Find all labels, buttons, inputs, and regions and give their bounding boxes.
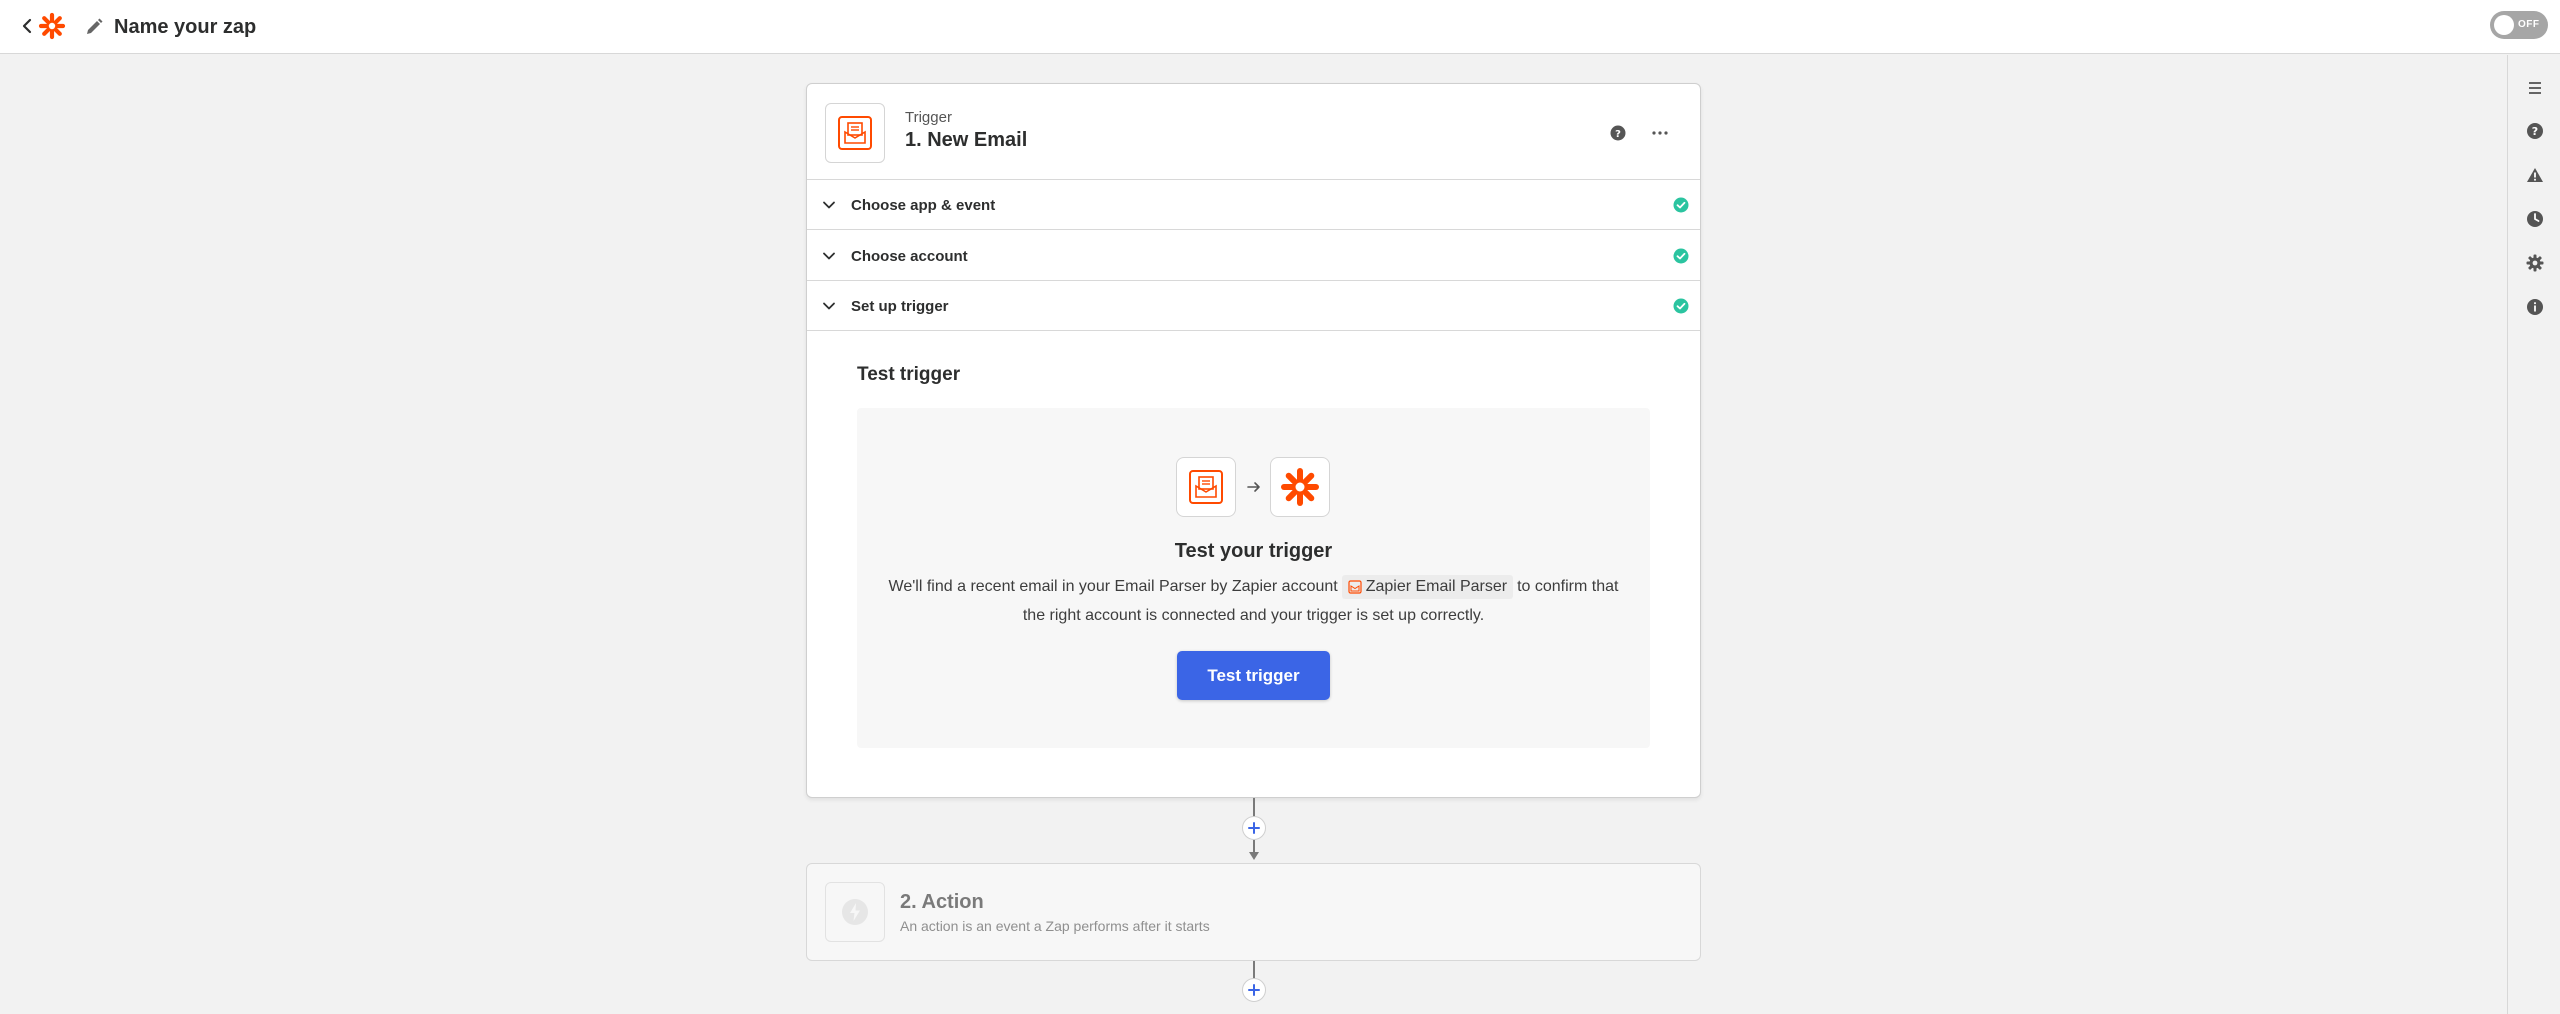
test-trigger-description: We'll find a recent email in your Email … <box>877 572 1630 630</box>
test-trigger-button[interactable]: Test trigger <box>1177 651 1330 700</box>
email-parser-icon <box>1189 470 1223 504</box>
svg-text:?: ? <box>1615 129 1621 140</box>
section-choose-account[interactable]: Choose account <box>807 231 1700 281</box>
issues-button[interactable] <box>2522 162 2548 188</box>
chevron-left-icon <box>22 18 32 34</box>
account-chip-label: Zapier Email Parser <box>1365 577 1508 595</box>
action-title: 2. Action <box>900 891 984 913</box>
trigger-step-card: Trigger 1. New Email ? Choose app & even… <box>806 83 1701 798</box>
info-icon <box>2527 299 2543 315</box>
connector-line <box>1253 961 1255 979</box>
add-step-button[interactable] <box>1242 978 1266 1002</box>
settings-button[interactable] <box>2522 250 2548 276</box>
help-button[interactable]: ? <box>2522 118 2548 144</box>
account-chip: Zapier Email Parser <box>1341 574 1514 599</box>
zapier-tile <box>1270 457 1330 517</box>
info-button[interactable] <box>2522 294 2548 320</box>
section-label: Choose app & event <box>851 197 996 214</box>
history-button[interactable] <box>2522 206 2548 232</box>
email-parser-app-tile <box>825 103 885 163</box>
help-icon: ? <box>2527 123 2543 139</box>
zapier-asterisk-icon <box>1281 468 1319 506</box>
outline-icon <box>2529 82 2541 94</box>
step-more-menu-button[interactable] <box>1649 120 1671 140</box>
plus-icon <box>1248 984 1260 996</box>
test-trigger-heading: Test trigger <box>857 364 961 385</box>
zapier-asterisk-icon[interactable] <box>38 12 66 40</box>
chevron-down-icon <box>823 252 835 260</box>
zap-name: Name your zap <box>114 15 257 38</box>
section-set-up-trigger[interactable]: Set up trigger <box>807 281 1700 331</box>
test-trigger-panel: Test your trigger We'll find a recent em… <box>857 408 1650 748</box>
email-parser-tile <box>1176 457 1236 517</box>
step-help-button[interactable]: ? <box>1609 124 1627 142</box>
section-label: Set up trigger <box>851 298 949 315</box>
zap-name-editor[interactable]: Name your zap <box>84 10 256 44</box>
email-parser-icon <box>838 116 872 150</box>
back-button[interactable] <box>18 13 36 39</box>
toggle-knob <box>2494 15 2514 35</box>
check-circle-icon <box>1673 248 1689 264</box>
description-text-start: We'll find a recent email in your Email … <box>888 578 1338 595</box>
check-circle-icon <box>1673 197 1689 213</box>
test-your-trigger-title: Test your trigger <box>1174 540 1333 562</box>
action-app-tile <box>825 882 885 942</box>
connector-line <box>1253 798 1255 818</box>
step-kind-label: Trigger <box>905 109 952 126</box>
chevron-down-icon <box>823 201 835 209</box>
question-circle-icon: ? <box>1610 125 1626 141</box>
chevron-down-icon <box>823 302 835 310</box>
section-choose-app-event[interactable]: Choose app & event <box>807 180 1700 230</box>
add-step-button[interactable] <box>1242 816 1266 840</box>
email-parser-icon <box>1348 580 1362 594</box>
connector-arrow <box>1249 852 1259 860</box>
top-bar: Name your zap OFF <box>0 0 2560 54</box>
zap-on-off-toggle[interactable]: OFF <box>2490 11 2548 39</box>
action-subtitle: An action is an event a Zap performs aft… <box>900 918 1210 934</box>
history-icon <box>2527 211 2543 227</box>
settings-icon <box>2526 254 2544 272</box>
outline-button[interactable] <box>2522 75 2548 101</box>
pencil-icon <box>87 18 103 34</box>
action-step-card[interactable]: 2. Action An action is an event a Zap pe… <box>806 863 1701 961</box>
svg-text:?: ? <box>2532 125 2538 138</box>
check-circle-icon <box>1673 298 1689 314</box>
arrow-right-icon <box>1247 482 1260 492</box>
step-title: 1. New Email <box>905 129 1028 151</box>
plus-icon <box>1248 822 1260 834</box>
toggle-label: OFF <box>2518 19 2540 30</box>
right-rail: ? <box>2507 55 2560 1014</box>
trigger-card-header[interactable]: Trigger 1. New Email ? <box>807 84 1700 180</box>
lightning-bolt-icon <box>842 899 868 925</box>
ellipsis-icon <box>1652 131 1668 135</box>
warning-icon <box>2527 168 2543 182</box>
section-label: Choose account <box>851 248 968 265</box>
